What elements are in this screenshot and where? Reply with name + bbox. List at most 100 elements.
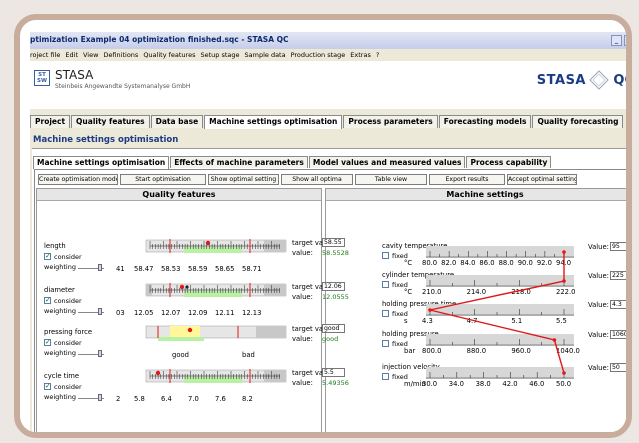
consider-checkbox[interactable] <box>44 296 51 304</box>
menu-quality-features[interactable]: Quality features <box>143 51 195 59</box>
target-value-input[interactable]: 58.55 <box>322 238 345 247</box>
fixed-checkbox[interactable] <box>382 310 389 317</box>
target-marker <box>155 370 161 376</box>
tab-process-parameters[interactable]: Process parameters <box>343 115 438 128</box>
menu-help[interactable]: ? <box>376 51 379 59</box>
fixed-checkbox[interactable] <box>382 373 389 380</box>
menu-view[interactable]: View <box>83 51 98 59</box>
scale-tick-label: 80.0 <box>422 259 438 267</box>
machine-setting-scale <box>426 275 574 287</box>
setting-value-input[interactable]: 95 <box>610 242 626 251</box>
target-marker <box>179 284 185 290</box>
quality-feature-bar <box>145 369 287 383</box>
export-results-button[interactable]: Export results <box>429 174 505 185</box>
consider-label: consider <box>54 297 82 305</box>
yellow-zone <box>170 326 200 338</box>
weighting-slider-knob[interactable] <box>98 264 102 271</box>
scale-tick-label: 50.0 <box>556 380 572 388</box>
scale-tick-label: 1040.0 <box>556 347 580 355</box>
show-optimal-setting-button[interactable]: Show optimal setting <box>208 174 279 185</box>
subtab-machine-settings-optimisation[interactable]: Machine settings optimisation <box>33 156 170 169</box>
brand-right-suffix: QC <box>613 73 632 88</box>
tab-machine-settings-optimisation[interactable]: Machine settings optimisation <box>204 115 343 129</box>
scale-tick-label: 34.0 <box>448 380 464 388</box>
tab-quality-forecasting[interactable]: Quality forecasting <box>532 115 624 128</box>
menu-project-file[interactable]: roject file <box>30 51 60 59</box>
scale-tick-label: 4.3 <box>422 317 433 325</box>
fixed-checkbox[interactable] <box>382 281 389 288</box>
value-label: Value: <box>588 243 609 251</box>
brand-name: STASA <box>55 68 94 82</box>
scale-tick-label: 960.0 <box>511 347 531 355</box>
scale-tick-label: 58.47 <box>134 265 154 273</box>
scale-tick-label: 92.0 <box>536 259 552 267</box>
scale-tick-label: 5.5 <box>556 317 567 325</box>
create-optimisation-models-button[interactable]: Create optimisation models <box>38 174 118 185</box>
menu-definitions[interactable]: Definitions <box>103 51 138 59</box>
consider-label: consider <box>54 339 82 347</box>
subtab-effects-of-machine-parameters[interactable]: Effects of machine parameters <box>170 156 308 168</box>
scale-tick-label: 800.0 <box>422 347 442 355</box>
fixed-checkbox[interactable] <box>382 252 389 259</box>
minimize-icon[interactable]: _ <box>611 35 622 46</box>
weighting-slider-knob[interactable] <box>98 350 102 357</box>
consider-checkbox[interactable] <box>44 338 51 346</box>
weighting-slider-knob[interactable] <box>98 308 102 315</box>
accept-optimal-setting-button[interactable]: Accept optimal setting <box>507 174 577 185</box>
quality-feature-bar <box>145 325 287 341</box>
show-all-optima-button[interactable]: Show all optima <box>281 174 353 185</box>
current-value: 58.5528 <box>322 249 349 257</box>
target-marker <box>205 240 211 246</box>
weighting-value: 2 <box>116 395 121 403</box>
sub-tab-bar: Machine settings optimisation Effects of … <box>33 156 552 169</box>
current-value: 12.0555 <box>322 293 349 301</box>
target-value-input[interactable]: 5.5 <box>322 368 345 377</box>
scale-background <box>426 304 574 316</box>
consider-checkbox[interactable] <box>44 252 51 260</box>
machine-setting-scale <box>426 334 574 346</box>
weighting-value: 41 <box>116 265 125 273</box>
target-value-input[interactable]: good <box>322 324 345 333</box>
scale-tick-label: 5.8 <box>134 395 145 403</box>
quality-feature-bar <box>145 283 287 297</box>
table-view-button[interactable]: Table view <box>355 174 427 185</box>
fixed-checkbox[interactable] <box>382 340 389 347</box>
page-title: Machine settings optimisation <box>33 135 179 145</box>
consider-label: consider <box>54 383 82 391</box>
tab-quality-features[interactable]: Quality features <box>71 115 150 128</box>
setting-value-input[interactable]: 4.3 <box>610 300 626 309</box>
stasa-logo-icon: ST SW <box>34 70 50 86</box>
unit-label: °C <box>404 288 413 296</box>
menu-sample-data[interactable]: Sample data <box>245 51 286 59</box>
consider-checkbox[interactable] <box>44 382 51 390</box>
quality-feature-name: pressing force <box>44 328 93 336</box>
tab-project[interactable]: Project <box>30 115 71 128</box>
menu-edit[interactable]: Edit <box>65 51 78 59</box>
current-value-label: value: <box>292 335 313 343</box>
target-value-input[interactable]: 12.06 <box>322 282 345 291</box>
menu-extras[interactable]: Extras <box>350 51 371 59</box>
scale-tick-label: 42.0 <box>502 380 518 388</box>
maximize-icon[interactable]: □ <box>624 35 626 46</box>
machine-setting-scale <box>426 246 574 258</box>
tab-forecasting-models[interactable]: Forecasting models <box>438 115 532 128</box>
scale-tick-label: 58.59 <box>188 265 208 273</box>
quality-feature-name: diameter <box>44 286 75 294</box>
tab-data-base[interactable]: Data base <box>150 115 204 128</box>
subtab-process-capability[interactable]: Process capability <box>466 156 552 168</box>
menu-setup-stage[interactable]: Setup stage <box>200 51 239 59</box>
setting-value-input[interactable]: 50 <box>610 363 626 372</box>
start-optimisation-button[interactable]: Start optimisation <box>120 174 206 185</box>
value-label: Value: <box>588 364 609 372</box>
subtab-model-values[interactable]: Model values and measured values <box>308 156 466 168</box>
scale-tick-label: 6.4 <box>161 395 172 403</box>
scale-tick-label: 12.13 <box>242 309 262 317</box>
toolbar: Create optimisation models Start optimisa… <box>38 174 579 187</box>
scale-tick-label: bad <box>242 351 255 359</box>
main-tab-bar: Project Quality features Data base Machine … <box>30 115 626 129</box>
weighting-slider-knob[interactable] <box>98 394 102 401</box>
menu-production-stage[interactable]: Production stage <box>291 51 346 59</box>
consider-label: consider <box>54 253 82 261</box>
setting-value-input[interactable]: 225 <box>610 271 626 280</box>
setting-value-input[interactable]: 1060 <box>610 330 626 339</box>
